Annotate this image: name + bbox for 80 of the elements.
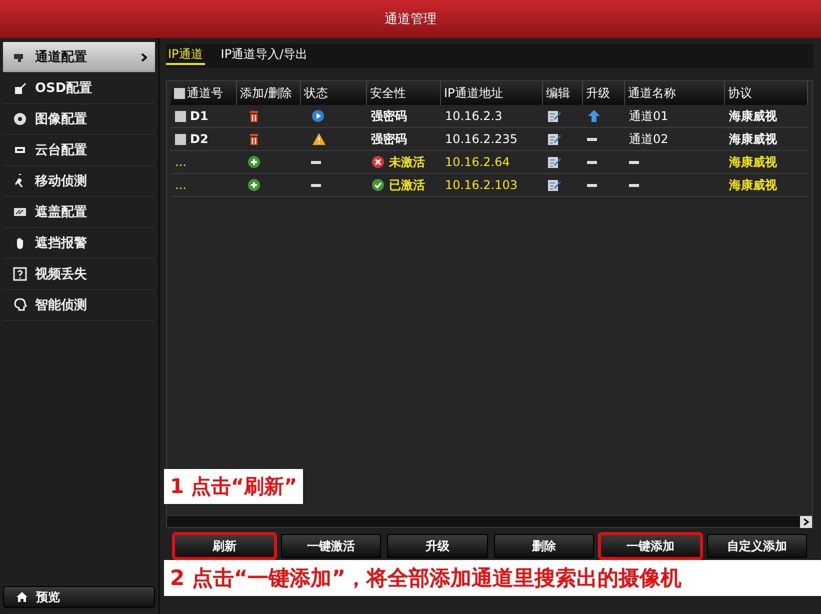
horizontal-scrollbar[interactable] xyxy=(167,515,812,527)
column-header: 编辑 xyxy=(546,84,570,102)
table-cell: 10.16.2.64 xyxy=(445,155,510,169)
sidebar-item[interactable]: 通道配置 xyxy=(3,42,155,73)
column-header: 添加/删除 xyxy=(240,84,292,102)
dash-icon xyxy=(629,184,639,186)
add-icon xyxy=(247,155,261,169)
dash-icon xyxy=(587,160,597,164)
table-cell: 通道02 xyxy=(629,130,668,148)
table-cell: 海康威视 xyxy=(729,130,777,148)
dash-icon xyxy=(311,184,321,186)
checkbox[interactable] xyxy=(175,110,186,122)
sidebar-item[interactable]: 智能侦测 xyxy=(3,290,155,321)
aperture-icon xyxy=(13,112,27,126)
table-cell: 10.16.2.103 xyxy=(445,178,518,192)
table-cell: 10.16.2.3 xyxy=(445,109,502,123)
chevron-right-icon xyxy=(141,52,147,62)
table-cell: 海康威视 xyxy=(729,176,777,194)
column-header: 协议 xyxy=(728,84,752,102)
table-cell: 10.16.2.235 xyxy=(445,132,518,146)
edit-icon xyxy=(547,178,561,192)
table-cell: 海康威视 xyxy=(729,154,777,170)
scroll-right-button[interactable] xyxy=(800,516,812,528)
table-cell: D1 xyxy=(190,109,208,123)
add-icon xyxy=(247,178,261,192)
table-cell: 海康威视 xyxy=(729,108,777,124)
table-cell: ... xyxy=(175,178,186,192)
checkbox[interactable] xyxy=(175,134,186,144)
sidebar-item[interactable]: OSD配置 xyxy=(3,73,155,104)
column-header: 升级 xyxy=(586,84,610,102)
action-button[interactable]: 删除 xyxy=(494,534,594,558)
tab[interactable]: IP通道导入/导出 xyxy=(218,46,310,65)
annotation-callout: 1 点击“刷新” xyxy=(164,469,304,504)
table-cell: D2 xyxy=(190,132,208,146)
sidebar-item[interactable]: 视频丢失 xyxy=(3,259,155,290)
dash-icon xyxy=(629,160,639,164)
edit-icon xyxy=(547,109,561,123)
dash-icon xyxy=(311,160,321,164)
action-button[interactable]: 刷新 xyxy=(174,534,274,558)
dash-icon xyxy=(587,138,597,140)
tab[interactable]: IP通道 xyxy=(166,46,205,65)
up-arrow-icon xyxy=(587,109,601,123)
checkbox[interactable] xyxy=(174,88,185,98)
sidebar-item[interactable]: 移动侦测 xyxy=(3,166,155,197)
edit-icon xyxy=(547,155,561,169)
error-icon xyxy=(371,155,385,169)
column-header: IP通道地址 xyxy=(444,84,503,102)
home-icon xyxy=(16,591,28,603)
table-cell: 未激活 xyxy=(389,154,425,170)
dash-icon xyxy=(587,184,597,186)
action-button[interactable]: 一键激活 xyxy=(280,534,381,558)
table-cell: ... xyxy=(175,155,186,169)
action-button[interactable]: 升级 xyxy=(387,534,488,558)
annotation-callout: 2 点击“一键添加”，将全部添加通道里搜索出的摄像机 xyxy=(164,560,821,596)
check-icon xyxy=(371,178,385,192)
edit-icon xyxy=(547,132,561,146)
play-icon xyxy=(311,109,325,123)
action-button[interactable]: 一键添加 xyxy=(600,534,700,558)
column-header: 安全性 xyxy=(370,84,406,102)
table-cell: 通道01 xyxy=(629,108,668,124)
question-icon xyxy=(13,267,27,281)
sidebar-item[interactable]: 云台配置 xyxy=(3,135,155,166)
table-cell: 已激活 xyxy=(389,176,425,194)
column-header: 通道名称 xyxy=(628,84,676,102)
mask-icon xyxy=(13,205,27,219)
table-cell: 强密码 xyxy=(371,130,407,148)
preview-button[interactable]: 预览 xyxy=(3,586,155,608)
warning-icon xyxy=(311,132,327,146)
sidebar-item[interactable]: 图像配置 xyxy=(3,104,155,135)
window-title: 通道管理 xyxy=(0,0,821,38)
action-button[interactable]: 自定义添加 xyxy=(706,534,807,558)
head-icon xyxy=(13,298,27,312)
sidebar-item[interactable]: 遮盖配置 xyxy=(3,197,155,228)
trash-icon xyxy=(247,109,261,123)
column-header: 通道号 xyxy=(187,84,223,102)
trash-icon xyxy=(247,132,261,146)
pen-icon xyxy=(13,81,27,95)
sidebar-item[interactable]: 遮挡报警 xyxy=(3,228,155,259)
table-cell: 强密码 xyxy=(371,108,407,124)
column-header: 状态 xyxy=(304,84,328,102)
